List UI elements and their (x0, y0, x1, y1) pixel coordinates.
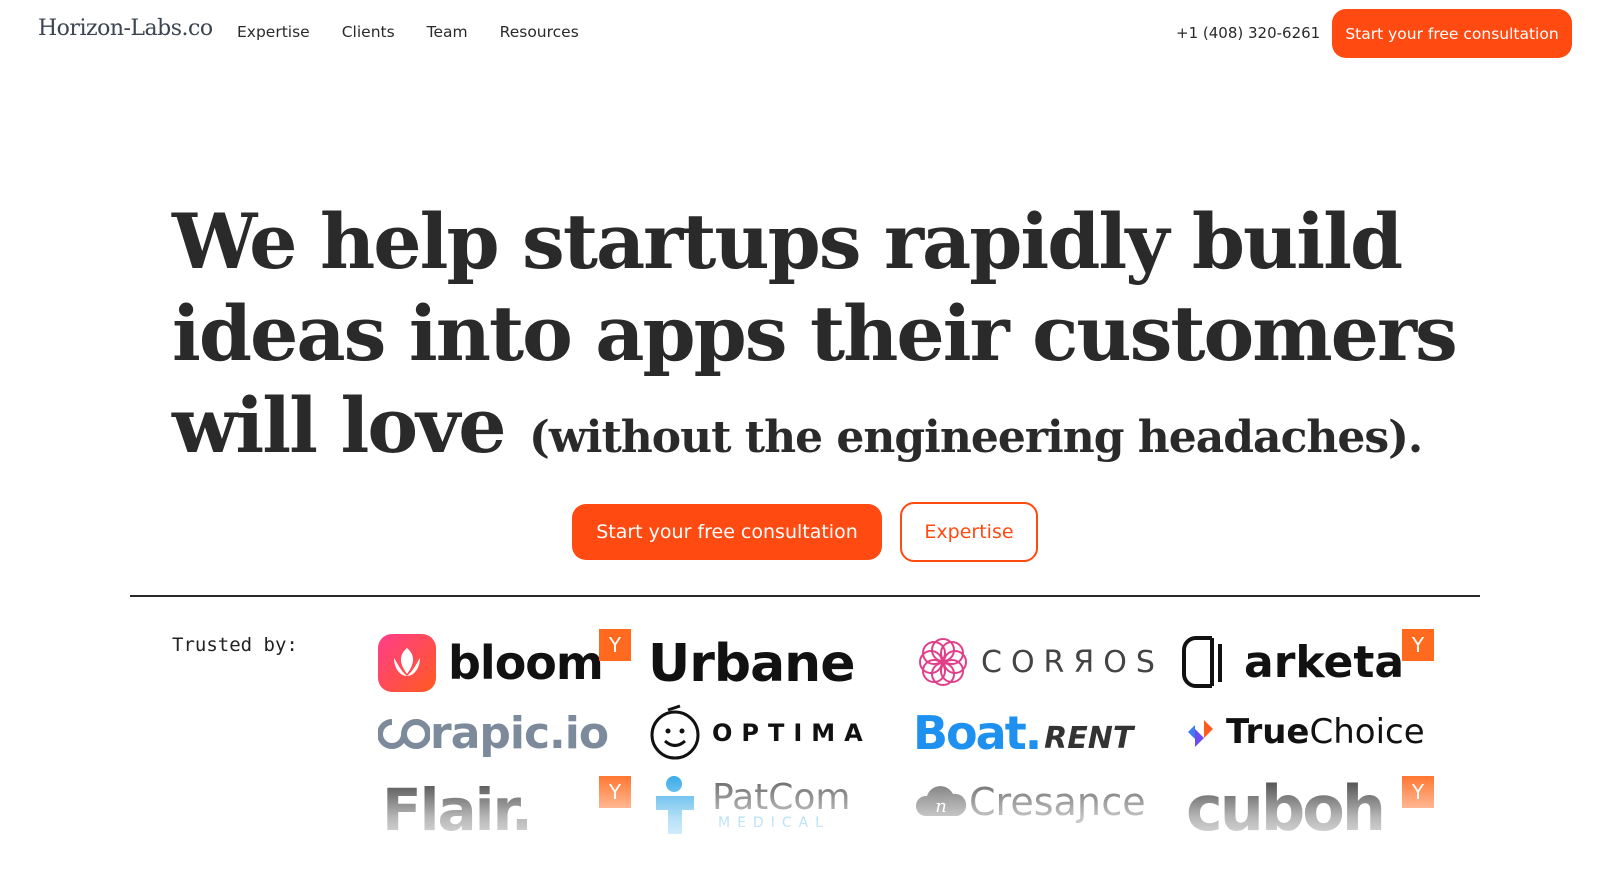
logo-boat-rent: Boat. RENT (913, 706, 1133, 760)
logo-arketa: arketa (1182, 634, 1404, 690)
hero-headline: We help startups rapidly build ideas int… (172, 196, 1458, 484)
logo-optima: OPTIMA (648, 704, 872, 762)
optima-face-icon (650, 704, 700, 760)
truechoice-wordmark-b: Choice (1309, 712, 1425, 752)
bloom-wordmark: bloom (448, 636, 604, 690)
yc-badge-bloom: Y (599, 629, 631, 661)
optima-wordmark: OPTIMA (712, 719, 872, 747)
hero-line-2: ideas into apps their customers (172, 289, 1458, 378)
hero-line-3-sub: (without the engineering headaches). (529, 412, 1423, 463)
phone-number[interactable]: +1 (408) 320-6261 (1176, 24, 1320, 42)
patcom-text: PatCom MEDICAL (712, 777, 851, 831)
top-nav: Horizon-Labs.co Expertise Clients Team R… (0, 0, 1600, 66)
cresance-wordmark: Cresaɲce (969, 780, 1146, 824)
urbane-wordmark: Urbane (648, 634, 855, 694)
brand-logo[interactable]: Horizon-Labs.co (38, 16, 213, 41)
logo-bloom: bloom (378, 634, 604, 692)
logo-cresance: n Cresaɲce (913, 780, 1146, 824)
hero-line-3-main: will love (172, 381, 507, 470)
boat-wordmark: Boat. (913, 706, 1042, 760)
truechoice-wordmark-a: True (1226, 712, 1310, 752)
hero-cta-row: Start your free consultation Expertise (572, 502, 1038, 562)
arketa-icon (1182, 636, 1222, 688)
rapic-wordmark: rapic.io (430, 708, 609, 759)
yc-badge-arketa: Y (1402, 629, 1434, 661)
nav-link-expertise[interactable]: Expertise (237, 23, 310, 41)
nav-consultation-button[interactable]: Start your free consultation (1332, 9, 1572, 58)
rapic-infinity-icon (378, 718, 430, 749)
corros-wordmark: CORЯOS (981, 644, 1164, 680)
logo-flair: Flair. (382, 776, 533, 844)
nav-link-clients[interactable]: Clients (342, 23, 395, 41)
logo-urbane: Urbane (648, 634, 855, 694)
hero-line-1: We help startups rapidly build (172, 197, 1403, 286)
patcom-wordmark: PatCom (712, 777, 851, 818)
logo-corros: CORЯOS (913, 632, 1164, 692)
cuboh-wordmark: cuboh (1186, 772, 1386, 845)
logo-truechoice: True Choice (1186, 712, 1425, 752)
flair-wordmark: Flair. (382, 776, 533, 844)
nav-link-team[interactable]: Team (427, 23, 468, 41)
yc-badge-cuboh: Y (1402, 776, 1434, 808)
patcom-sub-wordmark: MEDICAL (718, 815, 830, 831)
logo-cuboh: cuboh (1186, 772, 1386, 845)
hero-line-3: will love (without the engineering heada… (172, 380, 1432, 484)
nav-link-resources[interactable]: Resources (500, 23, 579, 41)
nav-links: Expertise Clients Team Resources (237, 23, 611, 41)
cresance-cloud-icon: n (915, 786, 967, 817)
trusted-by-label: Trusted by: (172, 634, 298, 656)
logo-patcom: PatCom MEDICAL (648, 774, 851, 836)
yc-badge-flair: Y (599, 776, 631, 808)
section-divider (130, 595, 1480, 597)
hero-expertise-button[interactable]: Expertise (900, 502, 1038, 562)
corros-flower-icon (919, 638, 967, 686)
bloom-icon (378, 634, 436, 692)
hero-consultation-button[interactable]: Start your free consultation (572, 504, 882, 560)
arketa-wordmark: arketa (1244, 636, 1405, 688)
logo-rapic: rapic.io (378, 708, 609, 759)
patcom-person-icon (656, 776, 694, 834)
truechoice-diamond-icon (1188, 720, 1213, 747)
svg-text:n: n (935, 796, 947, 817)
boat-rent-wordmark: RENT (1044, 720, 1134, 756)
